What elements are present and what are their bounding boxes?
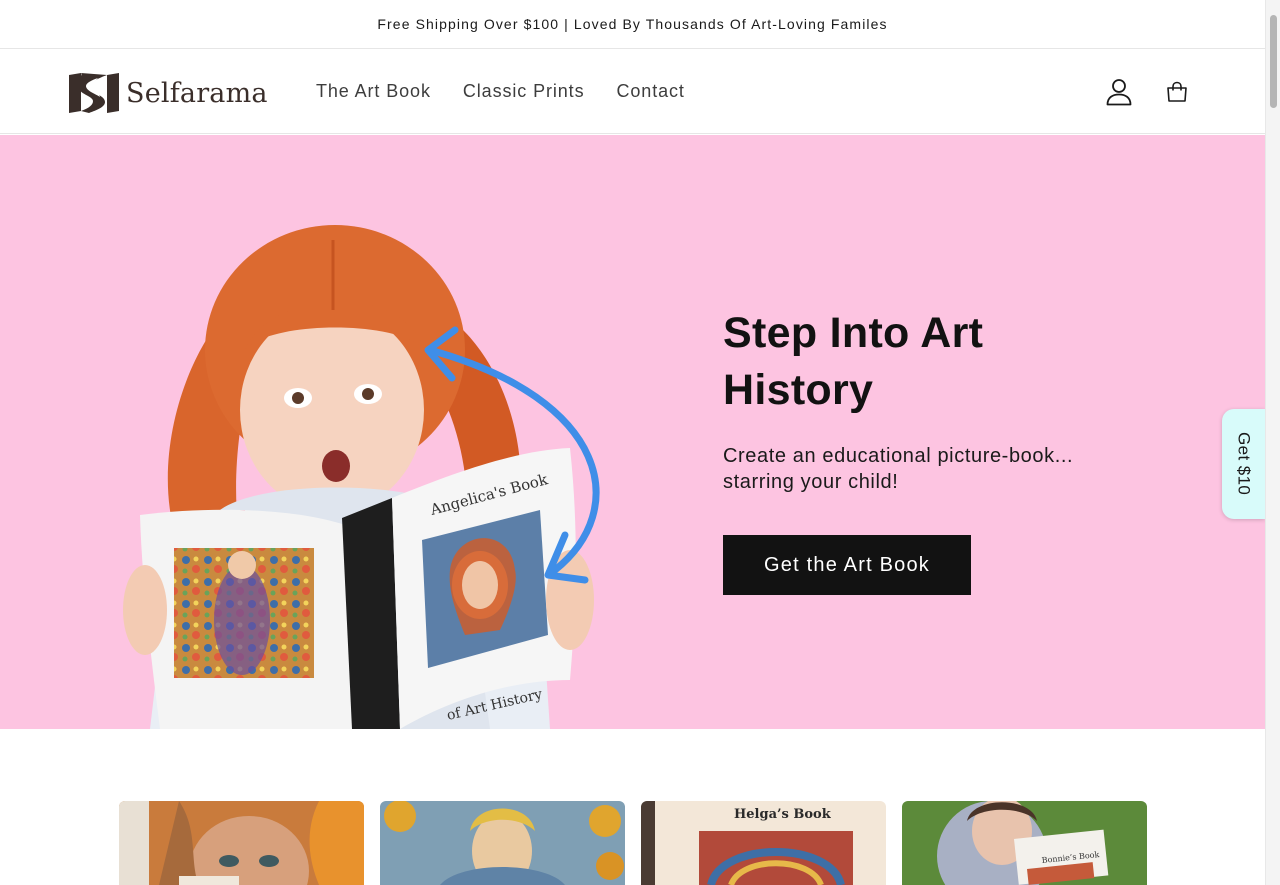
product-gallery: Helga’s Book Bonnie’s Book [119,801,1147,885]
gallery-image-child-with-book: Bonnie’s Book [902,801,1147,885]
hero-child-reading-image: Angelica's Book of Art History [123,225,600,729]
nav-link-contact[interactable]: Contact [616,81,684,102]
gallery-card[interactable]: Helga’s Book [641,801,886,885]
nav-link-the-art-book[interactable]: The Art Book [316,81,431,102]
page-scrollbar[interactable] [1265,0,1280,885]
gallery-image-portrait-girl [119,801,364,885]
gallery-image-sunflower-portrait [380,801,625,885]
discount-tab-label: Get $10 [1234,432,1254,496]
scrollbar-thumb[interactable] [1270,15,1277,108]
gallery-card[interactable] [380,801,625,885]
hero-banner: Angelica's Book of Art History Step Into… [0,135,1265,729]
main-nav: The Art Book Classic Prints Contact [316,81,685,102]
cart-button[interactable] [1163,78,1191,106]
hero-title: Step Into Art History [723,309,984,414]
user-icon [1106,79,1132,106]
shopping-bag-icon [1167,81,1187,102]
get-10-discount-tab[interactable]: Get $10 [1222,409,1265,519]
logo-link[interactable]: Selfarama [69,72,268,114]
logo-text: Selfarama [126,77,268,109]
selfarama-logo-icon [69,73,119,113]
announcement-bar: Free Shipping Over $100 | Loved By Thous… [0,0,1265,49]
gallery-card[interactable]: Bonnie’s Book [902,801,1147,885]
account-button[interactable] [1105,78,1133,106]
gallery-image-helgas-book: Helga’s Book [641,801,886,885]
gallery-book-caption: Helga’s Book [734,807,832,822]
announcement-text: Free Shipping Over $100 | Loved By Thous… [377,16,888,32]
hero-subtitle: Create an educational picture-book... st… [723,445,1074,493]
get-art-book-button[interactable]: Get the Art Book [723,535,971,595]
nav-link-classic-prints[interactable]: Classic Prints [463,81,585,102]
site-header: Selfarama The Art Book Classic Prints Co… [0,50,1265,134]
gallery-card[interactable] [119,801,364,885]
